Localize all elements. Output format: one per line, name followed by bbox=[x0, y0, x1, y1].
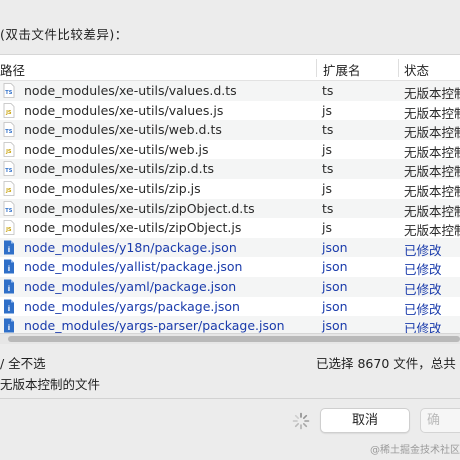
file-extension: json bbox=[322, 279, 348, 294]
file-path: node_modules/xe-utils/web.js bbox=[24, 141, 209, 157]
file-path: node_modules/xe-utils/values.js bbox=[24, 102, 224, 118]
watermark: @稀土掘金技术社区 bbox=[370, 445, 460, 456]
svg-text:JS: JS bbox=[5, 227, 12, 233]
js-file-icon: JS bbox=[3, 141, 15, 157]
file-path: node_modules/xe-utils/web.d.ts bbox=[24, 122, 222, 138]
file-extension: js bbox=[322, 141, 332, 157]
svg-text:TS: TS bbox=[5, 208, 12, 214]
ts-file-icon: TS bbox=[3, 161, 15, 177]
file-status: 无版本控制 bbox=[404, 223, 460, 239]
file-status: 已修改 bbox=[404, 301, 442, 317]
file-path: node_modules/xe-utils/zipObject.d.ts bbox=[24, 200, 255, 216]
table-row[interactable]: JS node_modules/xe-utils/zipObject.js js 无版… bbox=[0, 218, 460, 238]
svg-text:TS: TS bbox=[5, 168, 12, 174]
js-file-icon: JS bbox=[3, 220, 15, 236]
file-extension: ts bbox=[322, 83, 334, 98]
file-status: 已修改 bbox=[404, 321, 442, 334]
table-row[interactable]: TS node_modules/xe-utils/zipObject.d.ts ts… bbox=[0, 198, 460, 219]
file-extension: json bbox=[322, 239, 348, 255]
file-status: 无版本控制 bbox=[404, 144, 460, 160]
file-extension: ts bbox=[322, 161, 334, 177]
file-extension: js bbox=[322, 220, 332, 236]
file-path: node_modules/yargs/package.json bbox=[24, 298, 240, 314]
table-row[interactable]: JS node_modules/xe-utils/web.js js 无版本控制 bbox=[0, 140, 460, 160]
column-separator[interactable] bbox=[316, 59, 317, 77]
file-status: 无版本控制 bbox=[404, 86, 460, 101]
column-separator[interactable] bbox=[398, 59, 399, 77]
file-extension: json bbox=[322, 298, 348, 314]
table-header: 路径 扩展名 状态 bbox=[0, 55, 460, 81]
ts-file-icon: TS bbox=[3, 122, 15, 138]
table-row[interactable]: i node_modules/yallist/package.json json 已修… bbox=[0, 257, 460, 277]
file-extension: js bbox=[322, 102, 332, 118]
json-file-icon: i bbox=[4, 259, 14, 274]
column-header-status[interactable]: 状态 bbox=[404, 60, 429, 79]
ts-file-icon: TS bbox=[3, 200, 15, 216]
file-path: node_modules/xe-utils/zip.js bbox=[24, 181, 201, 196]
file-extension: js bbox=[322, 181, 332, 196]
svg-text:i: i bbox=[8, 265, 10, 273]
file-status: 无版本控制 bbox=[404, 203, 460, 219]
table-row[interactable]: JS node_modules/xe-utils/values.js js 无版本控制 bbox=[0, 101, 460, 121]
scrollbar-thumb[interactable] bbox=[8, 336, 460, 342]
svg-text:TS: TS bbox=[5, 129, 12, 135]
svg-text:i: i bbox=[8, 246, 10, 254]
hint-text: (双击文件比较差异)： bbox=[0, 27, 128, 42]
file-status: 已修改 bbox=[404, 262, 442, 278]
json-file-icon: i bbox=[4, 299, 14, 314]
table-row[interactable]: TS node_modules/xe-utils/zip.d.ts ts 无版本控制 bbox=[0, 159, 460, 179]
table-row[interactable]: TS node_modules/xe-utils/web.d.ts ts 无版本控制 bbox=[0, 120, 460, 140]
file-table[interactable]: 路径 扩展名 状态 TS node_modules/xe-utils/values… bbox=[0, 54, 460, 334]
column-header-ext[interactable]: 扩展名 bbox=[323, 60, 361, 79]
file-path: node_modules/yaml/package.json bbox=[24, 279, 237, 294]
file-status: 已修改 bbox=[404, 242, 442, 258]
file-extension: ts bbox=[322, 200, 334, 216]
svg-text:JS: JS bbox=[5, 188, 12, 194]
file-path: node_modules/y18n/package.json bbox=[24, 239, 237, 255]
unversioned-files-option[interactable]: 无版本控制的文件 bbox=[0, 374, 100, 393]
svg-text:JS: JS bbox=[5, 110, 12, 116]
column-header-path[interactable]: 路径 bbox=[0, 60, 25, 79]
file-extension: json bbox=[322, 318, 348, 334]
file-extension: json bbox=[322, 259, 348, 275]
file-status: 无版本控制 bbox=[404, 184, 460, 199]
footer-divider bbox=[0, 398, 460, 399]
loading-spinner-icon bbox=[292, 412, 310, 430]
table-row[interactable]: i node_modules/yaml/package.json json 已修改 bbox=[0, 277, 460, 297]
json-file-icon: i bbox=[4, 279, 14, 294]
horizontal-scrollbar[interactable] bbox=[0, 334, 460, 344]
file-status: 无版本控制 bbox=[404, 125, 460, 141]
file-path: node_modules/xe-utils/zip.d.ts bbox=[24, 161, 214, 177]
json-file-icon: i bbox=[4, 240, 14, 255]
file-status: 已修改 bbox=[404, 282, 442, 297]
js-file-icon: JS bbox=[3, 181, 15, 196]
file-status: 无版本控制 bbox=[404, 164, 460, 180]
table-row[interactable]: TS node_modules/xe-utils/values.d.ts ts 无版本… bbox=[0, 81, 460, 101]
svg-text:i: i bbox=[8, 305, 10, 313]
table-row[interactable]: JS node_modules/xe-utils/zip.js js 无版本控制 bbox=[0, 179, 460, 199]
deselect-all-toggle[interactable]: / 全不选 bbox=[0, 353, 46, 372]
confirm-button[interactable]: 确 bbox=[420, 408, 460, 433]
svg-text:i: i bbox=[8, 285, 10, 293]
js-file-icon: JS bbox=[3, 102, 15, 118]
cancel-button[interactable]: 取消 bbox=[320, 408, 410, 433]
table-row[interactable]: i node_modules/yargs-parser/package.json j… bbox=[0, 316, 460, 334]
svg-text:i: i bbox=[8, 324, 10, 332]
file-path: node_modules/yargs-parser/package.json bbox=[24, 318, 285, 334]
json-file-icon: i bbox=[4, 318, 14, 333]
file-path: node_modules/xe-utils/zipObject.js bbox=[24, 220, 242, 236]
selected-count-text: 已选择 8670 文件，总共 86 bbox=[316, 356, 460, 371]
table-row[interactable]: i node_modules/y18n/package.json json 已修改 bbox=[0, 237, 460, 258]
file-extension: ts bbox=[322, 122, 334, 138]
file-path: node_modules/xe-utils/values.d.ts bbox=[24, 83, 237, 98]
file-status: 无版本控制 bbox=[404, 105, 460, 121]
file-path: node_modules/yallist/package.json bbox=[24, 259, 243, 275]
svg-text:JS: JS bbox=[5, 149, 12, 155]
table-row[interactable]: i node_modules/yargs/package.json json 已修改 bbox=[0, 297, 460, 317]
svg-text:TS: TS bbox=[5, 90, 12, 96]
ts-file-icon: TS bbox=[3, 83, 15, 98]
